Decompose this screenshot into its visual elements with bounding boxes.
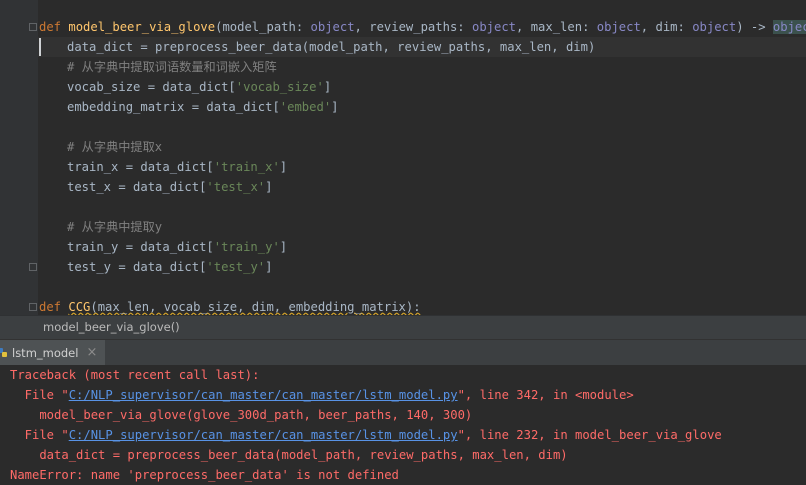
console-line: File "C:/NLP_supervisor/can_master/can_m… (10, 388, 634, 402)
run-tool-window-header: lstm_model × (0, 339, 806, 366)
breadcrumb-item[interactable]: model_beer_via_glove() (43, 316, 180, 339)
console-line: File "C:/NLP_supervisor/can_master/can_m… (10, 428, 722, 442)
run-tab-label: lstm_model (12, 345, 79, 360)
console-line: data_dict = preprocess_beer_data(model_p… (10, 448, 568, 462)
file-link[interactable]: C:/NLP_supervisor/can_master/can_master/… (69, 388, 458, 402)
code-line-2: data_dict = preprocess_beer_data(model_p… (67, 40, 596, 54)
close-icon[interactable]: × (86, 345, 97, 360)
console-line: model_beer_via_glove(glove_300d_path, be… (10, 408, 473, 422)
fold-marker-icon[interactable] (29, 303, 37, 311)
code-line-13: test_y = data_dict['test_y'] (67, 260, 273, 274)
code-line-4: vocab_size = data_dict['vocab_size'] (67, 80, 332, 94)
text-caret (39, 38, 41, 56)
code-line-15: def CCG(max_len, vocab_size, dim, embedd… (39, 300, 421, 314)
code-line-5: embedding_matrix = data_dict['embed'] (67, 100, 339, 114)
run-console[interactable]: Traceback (most recent call last): File … (0, 365, 806, 485)
fold-marker-icon[interactable] (29, 23, 37, 31)
run-tab-lstm-model[interactable]: lstm_model × (0, 340, 106, 365)
python-file-icon (0, 347, 7, 357)
code-line-8: train_x = data_dict['train_x'] (67, 160, 288, 174)
code-line-12: train_y = data_dict['train_y'] (67, 240, 288, 254)
code-line-3: # 从字典中提取词语数量和词嵌入矩阵 (67, 60, 277, 74)
code-line-1: def model_beer_via_glove(model_path: obj… (39, 17, 806, 37)
file-link[interactable]: C:/NLP_supervisor/can_master/can_master/… (69, 428, 458, 442)
console-error-line: NameError: name 'preprocess_beer_data' i… (10, 468, 399, 482)
code-editor[interactable]: def model_beer_via_glove(model_path: obj… (0, 0, 806, 315)
console-line: Traceback (most recent call last): (10, 368, 260, 382)
code-line-9: test_x = data_dict['test_x'] (67, 180, 273, 194)
breadcrumb[interactable]: model_beer_via_glove() (0, 315, 806, 339)
code-line-11: # 从字典中提取y (67, 220, 163, 234)
code-line-7: # 从字典中提取x (67, 140, 163, 154)
fold-end-icon[interactable] (29, 263, 37, 271)
